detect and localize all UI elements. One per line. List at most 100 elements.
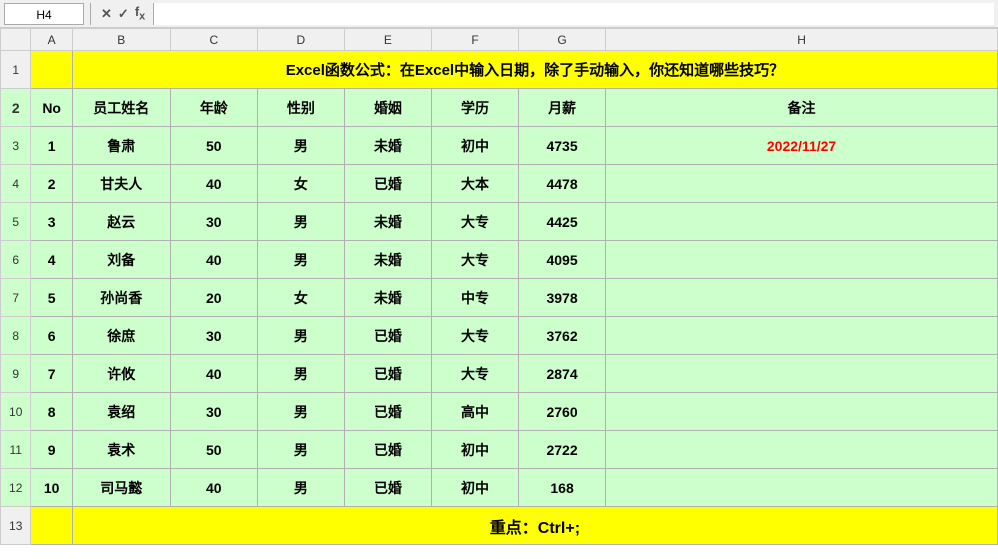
cell-notes-11[interactable]	[606, 431, 998, 469]
cell-no-5[interactable]: 3	[31, 203, 72, 241]
cell-age-8[interactable]: 30	[170, 317, 257, 355]
row-num-5[interactable]: 5	[1, 203, 31, 241]
cell-notes-4[interactable]	[606, 165, 998, 203]
cell-salary-7[interactable]: 3978	[519, 279, 606, 317]
cell-salary-4[interactable]: 4478	[519, 165, 606, 203]
cell-salary-12[interactable]: 168	[519, 469, 606, 507]
cell-gender-9[interactable]: 男	[257, 355, 344, 393]
cell-gender-11[interactable]: 男	[257, 431, 344, 469]
cell-gender-4[interactable]: 女	[257, 165, 344, 203]
cell-no-11[interactable]: 9	[31, 431, 72, 469]
cell-notes-9[interactable]	[606, 355, 998, 393]
cell-notes-header[interactable]: 备注	[606, 89, 998, 127]
cell-salary-10[interactable]: 2760	[519, 393, 606, 431]
cell-gender-6[interactable]: 男	[257, 241, 344, 279]
cell-salary-11[interactable]: 2722	[519, 431, 606, 469]
cell-salary-3[interactable]: 4735	[519, 127, 606, 165]
cell-age-3[interactable]: 50	[170, 127, 257, 165]
cell-salary-9[interactable]: 2874	[519, 355, 606, 393]
col-header-g[interactable]: G	[519, 29, 606, 51]
cell-age-4[interactable]: 40	[170, 165, 257, 203]
cancel-icon[interactable]: ✕	[101, 6, 112, 22]
cell-education-8[interactable]: 大专	[431, 317, 518, 355]
col-header-a[interactable]: A	[31, 29, 72, 51]
cell-name-3[interactable]: 鲁肃	[72, 127, 170, 165]
cell-name-6[interactable]: 刘备	[72, 241, 170, 279]
row-num-6[interactable]: 6	[1, 241, 31, 279]
row-num-11[interactable]: 11	[1, 431, 31, 469]
insert-function-icon[interactable]: fx	[135, 4, 145, 23]
cell-gender-12[interactable]: 男	[257, 469, 344, 507]
cell-marriage-10[interactable]: 已婚	[344, 393, 431, 431]
cell-no-10[interactable]: 8	[31, 393, 72, 431]
cell-gender-3[interactable]: 男	[257, 127, 344, 165]
cell-marriage-12[interactable]: 已婚	[344, 469, 431, 507]
cell-education-9[interactable]: 大专	[431, 355, 518, 393]
cell-notes-3[interactable]: 2022/11/27	[606, 127, 998, 165]
cell-no-4[interactable]: 2	[31, 165, 72, 203]
cell-salary-8[interactable]: 3762	[519, 317, 606, 355]
cell-marriage-3[interactable]: 未婚	[344, 127, 431, 165]
cell-no-9[interactable]: 7	[31, 355, 72, 393]
cell-no-8[interactable]: 6	[31, 317, 72, 355]
cell-gender-10[interactable]: 男	[257, 393, 344, 431]
cell-name-7[interactable]: 孙尚香	[72, 279, 170, 317]
cell-no-header[interactable]: No	[31, 89, 72, 127]
row-num-2[interactable]: 2	[1, 89, 31, 127]
cell-age-11[interactable]: 50	[170, 431, 257, 469]
cell-no-12[interactable]: 10	[31, 469, 72, 507]
cell-notes-6[interactable]	[606, 241, 998, 279]
cell-name-12[interactable]: 司马懿	[72, 469, 170, 507]
title-cell[interactable]: Excel函数公式：在Excel中输入日期，除了手动输入，你还知道哪些技巧？	[72, 51, 997, 89]
cell-name-5[interactable]: 赵云	[72, 203, 170, 241]
cell-no-6[interactable]: 4	[31, 241, 72, 279]
cell-salary-5[interactable]: 4425	[519, 203, 606, 241]
formula-input[interactable]	[153, 3, 994, 25]
row-num-7[interactable]: 7	[1, 279, 31, 317]
cell-education-header[interactable]: 学历	[431, 89, 518, 127]
row-num-4[interactable]: 4	[1, 165, 31, 203]
row-num-3[interactable]: 3	[1, 127, 31, 165]
cell-gender-8[interactable]: 男	[257, 317, 344, 355]
cell-marriage-5[interactable]: 未婚	[344, 203, 431, 241]
cell-marriage-11[interactable]: 已婚	[344, 431, 431, 469]
cell-marriage-6[interactable]: 未婚	[344, 241, 431, 279]
cell-age-header[interactable]: 年龄	[170, 89, 257, 127]
cell-education-7[interactable]: 中专	[431, 279, 518, 317]
cell-no-7[interactable]: 5	[31, 279, 72, 317]
cell-marriage-header[interactable]: 婚姻	[344, 89, 431, 127]
cell-salary-header[interactable]: 月薪	[519, 89, 606, 127]
row-num-10[interactable]: 10	[1, 393, 31, 431]
cell-gender-header[interactable]: 性别	[257, 89, 344, 127]
cell-notes-12[interactable]	[606, 469, 998, 507]
cell-marriage-4[interactable]: 已婚	[344, 165, 431, 203]
col-header-b[interactable]: B	[72, 29, 170, 51]
cell-age-12[interactable]: 40	[170, 469, 257, 507]
col-header-d[interactable]: D	[257, 29, 344, 51]
cell-age-10[interactable]: 30	[170, 393, 257, 431]
cell-name-8[interactable]: 徐庶	[72, 317, 170, 355]
cell-education-6[interactable]: 大专	[431, 241, 518, 279]
cell-education-11[interactable]: 初中	[431, 431, 518, 469]
cell-notes-5[interactable]	[606, 203, 998, 241]
cell-marriage-7[interactable]: 未婚	[344, 279, 431, 317]
row-num-8[interactable]: 8	[1, 317, 31, 355]
col-header-c[interactable]: C	[170, 29, 257, 51]
confirm-icon[interactable]: ✓	[118, 6, 129, 22]
cell-name-10[interactable]: 袁绍	[72, 393, 170, 431]
cell-gender-7[interactable]: 女	[257, 279, 344, 317]
cell-age-9[interactable]: 40	[170, 355, 257, 393]
cell-name-4[interactable]: 甘夫人	[72, 165, 170, 203]
row-num-9[interactable]: 9	[1, 355, 31, 393]
cell-education-3[interactable]: 初中	[431, 127, 518, 165]
cell-notes-7[interactable]	[606, 279, 998, 317]
footer-cell-a[interactable]	[31, 507, 72, 545]
cell-marriage-9[interactable]: 已婚	[344, 355, 431, 393]
cell-a1[interactable]	[31, 51, 72, 89]
col-header-e[interactable]: E	[344, 29, 431, 51]
cell-salary-6[interactable]: 4095	[519, 241, 606, 279]
cell-name-box[interactable]: H4	[4, 3, 84, 25]
cell-education-12[interactable]: 初中	[431, 469, 518, 507]
cell-name-header[interactable]: 员工姓名	[72, 89, 170, 127]
footer-main-cell[interactable]: 重点：Ctrl+;	[72, 507, 997, 545]
